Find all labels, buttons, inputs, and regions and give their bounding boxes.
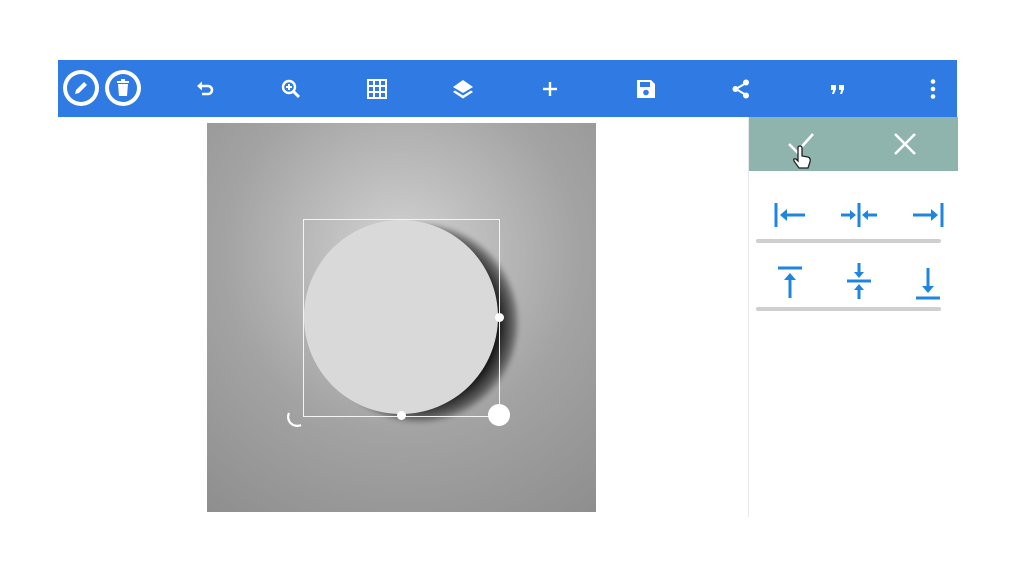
- align-left-icon: [774, 203, 805, 227]
- quote-icon: [831, 85, 844, 94]
- align-left-button[interactable]: [770, 197, 810, 233]
- align-right-icon: [913, 203, 944, 227]
- share-icon: [732, 79, 749, 99]
- layers-icon: [453, 80, 473, 99]
- edit-button[interactable]: [63, 70, 99, 106]
- align-bottom-icon: [916, 268, 940, 300]
- undo-icon: [197, 81, 214, 96]
- separator: [756, 307, 941, 311]
- add-button[interactable]: [534, 73, 566, 105]
- grid-icon: [367, 79, 387, 99]
- align-bottom-button[interactable]: [908, 265, 948, 301]
- resize-handle-bottom[interactable]: [397, 411, 406, 420]
- close-icon: [894, 133, 916, 155]
- more-button[interactable]: [917, 73, 949, 105]
- quote-button[interactable]: [822, 73, 854, 105]
- align-center-horizontal-icon: [841, 203, 877, 227]
- selection-box: [303, 219, 500, 417]
- align-center-vertical-button[interactable]: [839, 263, 879, 299]
- design-canvas[interactable]: [207, 123, 596, 512]
- save-icon: [637, 80, 655, 98]
- separator: [756, 239, 941, 243]
- plus-icon: [543, 82, 557, 96]
- align-panel-header: [749, 117, 958, 171]
- more-vertical-icon: [930, 79, 936, 99]
- trash-icon: [109, 74, 137, 102]
- cancel-button[interactable]: [888, 127, 922, 161]
- grid-button[interactable]: [361, 73, 393, 105]
- share-button[interactable]: [725, 73, 757, 105]
- resize-handle-corner[interactable]: [488, 404, 510, 426]
- hand-cursor-icon: [793, 145, 811, 169]
- align-top-button[interactable]: [770, 265, 810, 301]
- delete-button[interactable]: [105, 70, 141, 106]
- align-right-button[interactable]: [908, 197, 948, 233]
- rotate-handle-icon[interactable]: [286, 410, 306, 430]
- top-toolbar: [58, 60, 957, 117]
- zoom-in-icon: [281, 79, 301, 99]
- undo-button[interactable]: [189, 73, 221, 105]
- save-button[interactable]: [630, 73, 662, 105]
- resize-handle-right[interactable]: [495, 313, 504, 322]
- align-center-horizontal-button[interactable]: [839, 197, 879, 233]
- pencil-icon: [67, 74, 95, 102]
- zoom-button[interactable]: [275, 73, 307, 105]
- align-panel: [748, 117, 958, 517]
- align-center-vertical-icon: [847, 263, 871, 299]
- layers-button[interactable]: [447, 73, 479, 105]
- align-top-icon: [778, 266, 802, 298]
